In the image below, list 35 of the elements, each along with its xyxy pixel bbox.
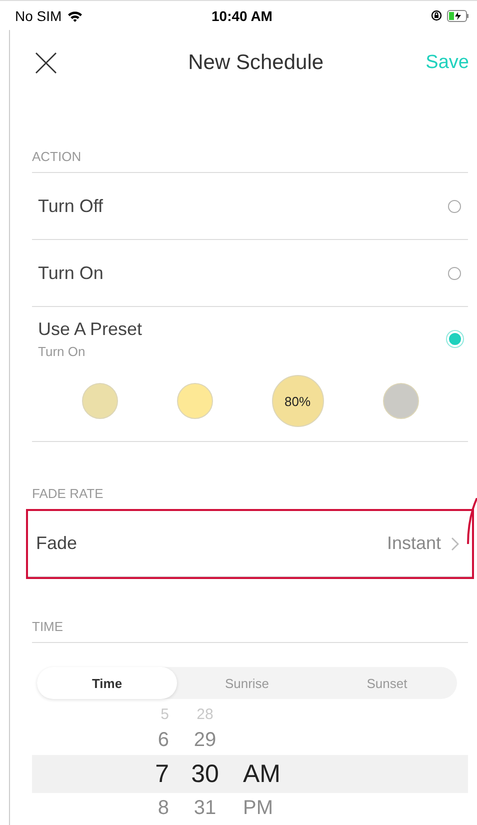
section-label: FADE RATE: [32, 486, 104, 503]
picker-hour[interactable]: 7: [32, 760, 169, 788]
battery-icon: [446, 10, 469, 22]
preset-swatch[interactable]: [82, 383, 118, 419]
screen-title: New Schedule: [188, 51, 324, 75]
option-label: Turn On: [38, 262, 104, 284]
preset-swatch[interactable]: [176, 383, 212, 419]
option-row[interactable]: Use A Preset Turn On: [32, 307, 468, 371]
fade-label: Fade: [36, 533, 78, 554]
option-row[interactable]: Turn On: [32, 240, 468, 307]
fade-row[interactable]: Fade Instant: [28, 511, 472, 577]
section-label: ACTION: [32, 149, 468, 173]
carrier-text: No SIM: [15, 8, 62, 24]
close-icon: [34, 51, 58, 75]
fade-value: Instant: [386, 533, 441, 554]
status-time: 10:40 AM: [212, 8, 272, 24]
picker-selection-band[interactable]: 7 30 AM: [32, 755, 468, 793]
chevron-right-icon: [451, 536, 459, 550]
picker-minute[interactable]: 30: [169, 760, 229, 788]
radio-button[interactable]: [449, 333, 461, 345]
close-button[interactable]: [34, 51, 58, 75]
wifi-icon: [66, 10, 83, 22]
preset-swatch[interactable]: 80%: [272, 375, 324, 427]
picker-period[interactable]: AM: [229, 760, 299, 788]
radio-button[interactable]: [448, 200, 461, 212]
option-sublabel: Turn On: [38, 344, 86, 359]
annotation-line: [465, 498, 477, 544]
orientation-lock-icon: [430, 10, 442, 21]
segment-tab[interactable]: Time: [37, 667, 177, 699]
preset-swatch[interactable]: [382, 383, 418, 419]
section-label: TIME: [32, 619, 468, 643]
option-row[interactable]: Turn Off: [32, 173, 468, 240]
radio-button[interactable]: [448, 266, 461, 280]
option-label: Turn Off: [38, 196, 104, 216]
option-label: Use A Preset: [38, 319, 142, 340]
